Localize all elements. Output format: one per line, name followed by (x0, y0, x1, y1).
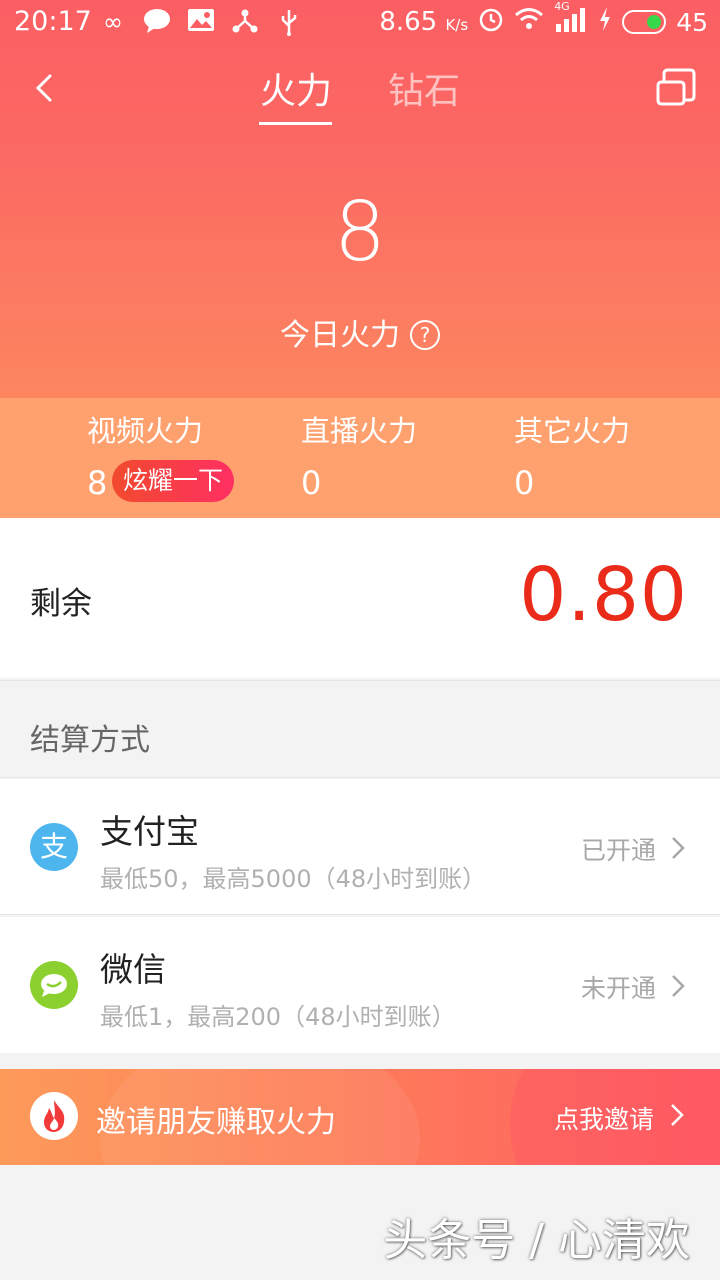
charging-icon (598, 6, 612, 38)
tab-fire[interactable]: 火力 (260, 62, 332, 114)
receipt-icon (656, 68, 696, 106)
infinity-icon: ∞ (103, 8, 123, 36)
wifi-icon (514, 7, 544, 37)
stat-other-value: 0 (514, 464, 535, 502)
status-icons-left: ∞ (98, 8, 304, 36)
invite-text: 邀请朋友赚取火力 (96, 1105, 336, 1140)
battery-icon (622, 10, 667, 34)
today-fire-value: 8 (333, 185, 387, 280)
today-fire-label-row: 今日火力? (0, 310, 720, 354)
settlement-title: 结算方式 (30, 723, 150, 758)
invite-banner[interactable]: 邀请朋友赚取火力 点我邀请 (0, 1069, 720, 1165)
show-off-button[interactable]: 炫耀一下 (112, 460, 234, 502)
payment-name: 支付宝 (100, 812, 199, 851)
tab-diamond[interactable]: 钻石 (388, 62, 460, 114)
payment-name: 微信 (100, 950, 166, 989)
today-fire-label: 今日火力 (280, 318, 400, 353)
wechat-icon (30, 961, 78, 1009)
chevron-right-icon (671, 1104, 684, 1126)
stat-other: 其它火力 0 (514, 408, 630, 502)
payment-status: 已开通 (580, 836, 656, 865)
balance-value: 0.80 (519, 552, 688, 638)
alarm-icon (478, 6, 504, 38)
top-nav: 火力 钻石 (0, 52, 720, 132)
tab-bar: 火力 钻石 (0, 52, 720, 132)
signal-icon: 4G (554, 0, 588, 38)
fire-icon (30, 1092, 78, 1140)
help-icon[interactable]: ? (410, 320, 440, 350)
fire-stats: 视频火力 8 直播火力 0 其它火力 0 (0, 398, 720, 518)
header-area: 20:17 ∞ 8.65 K/s 4G 45 火力 钻石 8 今日火力 ? (0, 0, 720, 398)
stat-other-label: 其它火力 (514, 414, 631, 448)
payment-desc: 最低50，最高5000（48小时到账） (100, 865, 487, 893)
status-bar: 20:17 ∞ 8.65 K/s 4G 45 (0, 0, 720, 46)
payment-method-alipay[interactable]: 支 支付宝 最低50，最高5000（48小时到账） 已开通 (0, 779, 720, 915)
usb-icon (274, 8, 304, 36)
records-button[interactable] (654, 66, 696, 108)
chat-icon (142, 8, 172, 36)
share-icon (230, 8, 260, 36)
stat-live-value: 0 (301, 464, 322, 502)
status-time: 20:17 (14, 6, 92, 37)
chevron-right-icon (672, 975, 685, 997)
gallery-icon (186, 8, 216, 36)
network-speed: 8.65 K/s (379, 7, 469, 37)
settlement-header: 结算方式 (0, 680, 720, 778)
status-icons-right: 8.65 K/s 4G 45 (379, 0, 708, 38)
chevron-right-icon (672, 837, 685, 859)
balance-label: 剩余 (30, 586, 92, 622)
stat-live: 直播火力 0 (301, 408, 417, 502)
alipay-icon: 支 (30, 823, 78, 871)
payment-desc: 最低1，最高200（48小时到账） (100, 1003, 456, 1031)
tab-active-indicator (259, 122, 332, 125)
balance-section: 剩余 0.80 (0, 518, 720, 678)
stat-video-label: 视频火力 (87, 414, 204, 448)
stat-live-label: 直播火力 (301, 414, 418, 448)
battery-level: 45 (676, 7, 708, 37)
watermark: 头条号 / 心清欢 (383, 1215, 690, 1266)
invite-button[interactable]: 点我邀请 (554, 1100, 654, 1136)
payment-method-wechat[interactable]: 微信 最低1，最高200（48小时到账） 未开通 (0, 917, 720, 1053)
payment-status: 未开通 (580, 974, 656, 1003)
